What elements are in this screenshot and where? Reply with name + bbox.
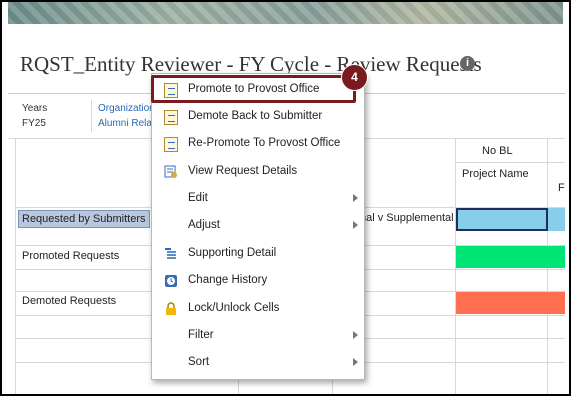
menu-item-filter[interactable]: Filter xyxy=(152,323,364,350)
pov-years-label: Years xyxy=(22,103,48,114)
menu-item-edit[interactable]: Edit xyxy=(152,186,364,213)
menu-item-view-details[interactable]: View Request Details xyxy=(152,159,364,186)
menu-item-lock-unlock[interactable]: Lock/Unlock Cells xyxy=(152,296,364,323)
step-callout-badge: 4 xyxy=(341,64,368,91)
grid-col-line xyxy=(15,138,16,394)
submenu-arrow-icon xyxy=(353,331,358,339)
column-header-project-name[interactable]: Project Name xyxy=(462,168,529,180)
cell-promoted[interactable] xyxy=(456,246,565,268)
context-menu: Promote to Provost Office Demote Back to… xyxy=(151,73,365,380)
submenu-arrow-icon xyxy=(353,358,358,366)
submenu-arrow-icon xyxy=(353,221,358,229)
selected-cell-requested[interactable] xyxy=(456,208,548,231)
highlight-box xyxy=(151,75,356,103)
row-label-requested-by-submitters[interactable]: Requested by Submitters xyxy=(18,210,150,228)
info-icon[interactable]: i xyxy=(460,56,475,71)
pov-org-label: Organization xyxy=(98,103,155,114)
menu-item-change-history[interactable]: Change History xyxy=(152,268,364,295)
column-header-no-bl[interactable]: No BL xyxy=(482,145,513,157)
pov-org-value[interactable]: Alumni Rela xyxy=(98,118,152,129)
submenu-arrow-icon xyxy=(353,194,358,202)
history-icon xyxy=(164,274,178,288)
menu-item-adjust[interactable]: Adjust xyxy=(152,213,364,240)
pov-divider xyxy=(91,100,92,132)
repromote-icon xyxy=(164,137,178,152)
demote-icon xyxy=(164,110,178,125)
supporting-detail-icon xyxy=(164,247,178,261)
menu-item-sort[interactable]: Sort xyxy=(152,350,364,377)
header-banner xyxy=(8,2,563,24)
grid-row-line xyxy=(455,162,565,163)
column-header-partial[interactable]: F xyxy=(558,182,565,194)
lock-icon xyxy=(164,302,178,316)
cell-requested[interactable] xyxy=(548,208,565,231)
partial-header-label: nal v Supplemental xyxy=(360,212,454,224)
menu-item-repromote[interactable]: Re-Promote To Provost Office xyxy=(152,131,364,158)
row-label-promoted-requests[interactable]: Promoted Requests xyxy=(22,250,119,262)
menu-item-demote[interactable]: Demote Back to Submitter xyxy=(152,104,364,131)
pov-years-value[interactable]: FY25 xyxy=(22,118,46,129)
cell-demoted[interactable] xyxy=(456,292,565,314)
menu-item-supporting-detail[interactable]: Supporting Detail xyxy=(152,241,364,268)
row-label-demoted-requests[interactable]: Demoted Requests xyxy=(22,295,116,307)
details-icon xyxy=(164,165,178,179)
